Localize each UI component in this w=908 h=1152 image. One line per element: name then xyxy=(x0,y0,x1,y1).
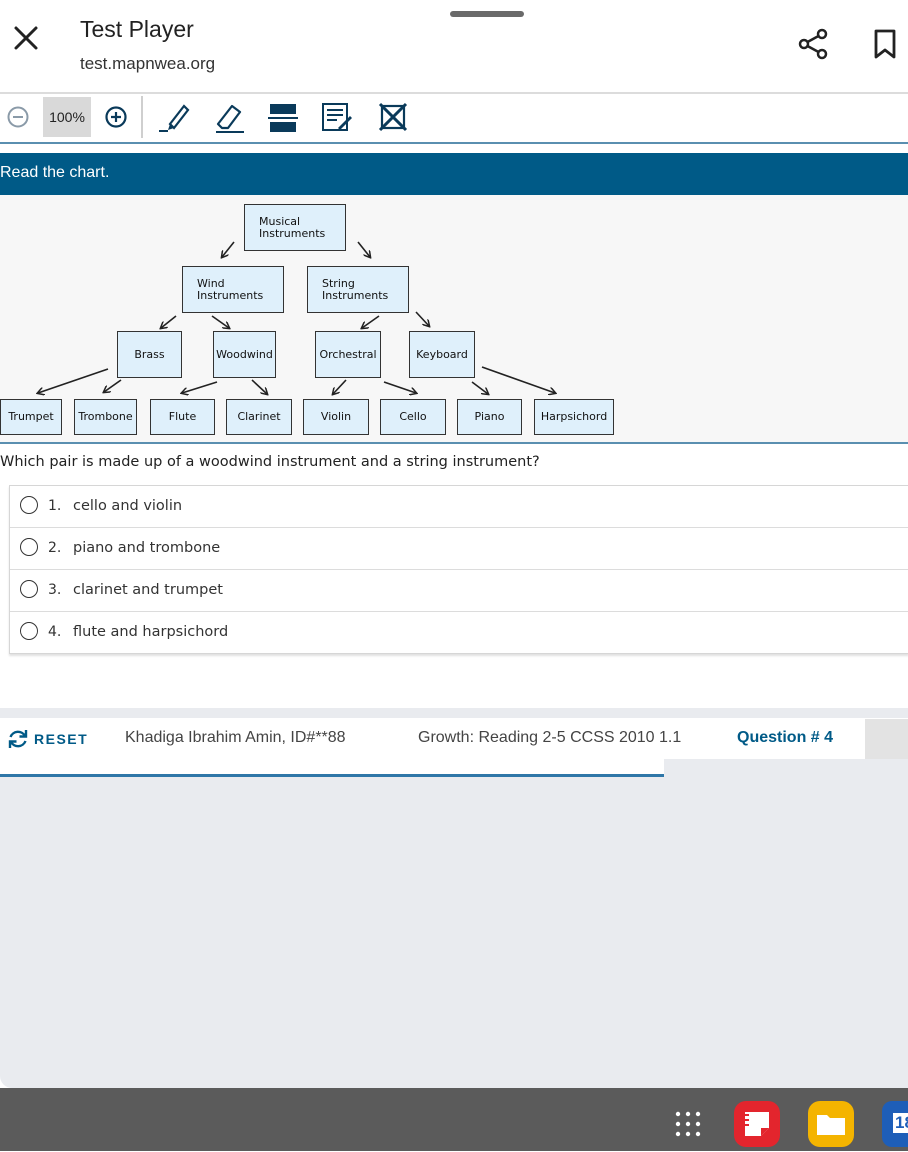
passage-header xyxy=(0,153,908,195)
option-text: clarinet and trumpet xyxy=(73,582,223,598)
chart-node-piano: Piano xyxy=(457,399,522,435)
apps-grid-icon[interactable] xyxy=(674,1110,702,1138)
chart-node-wind: Wind Instruments xyxy=(182,266,284,313)
option-text: piano and trombone xyxy=(73,540,221,556)
option-text: flute and harpsichord xyxy=(73,624,229,640)
option-number: 4. xyxy=(48,624,62,640)
arrow-keyboard-harpsichord xyxy=(481,366,555,393)
lower-area xyxy=(664,759,908,777)
option-number: 2. xyxy=(48,540,62,556)
reset-icon[interactable] xyxy=(7,728,29,750)
drag-handle[interactable] xyxy=(450,11,524,17)
line-reader-icon[interactable] xyxy=(266,100,300,134)
chart-node-brass: Brass xyxy=(117,331,182,378)
option-number: 3. xyxy=(48,582,62,598)
arrow-orchestral-violin xyxy=(333,379,347,394)
page-url: test.mapnwea.org xyxy=(80,54,216,73)
app-notes-icon[interactable] xyxy=(734,1101,780,1147)
calendar-day: 18 xyxy=(893,1113,908,1133)
zoom-in-icon[interactable] xyxy=(104,105,128,129)
reset-button[interactable]: RESET xyxy=(34,731,88,747)
highlighter-icon[interactable] xyxy=(158,100,192,134)
arrow-root-wind xyxy=(222,241,235,257)
chart-node-orchestral: Orchestral xyxy=(315,331,381,378)
arrow-wind-brass xyxy=(161,315,177,328)
arrow-woodwind-flute xyxy=(182,381,218,393)
chart-node-trumpet: Trumpet xyxy=(0,399,62,435)
chart-node-flute: Flute xyxy=(150,399,215,435)
chart-node-harpsichord: Harpsichord xyxy=(534,399,614,435)
eraser-icon[interactable] xyxy=(212,100,246,134)
question-text: Which pair is made up of a woodwind inst… xyxy=(0,454,540,470)
page-title: Test Player xyxy=(80,16,194,42)
option-text: cello and violin xyxy=(73,498,183,514)
arrow-string-orchestral xyxy=(362,315,380,328)
chart-node-cello: Cello xyxy=(380,399,446,435)
question-number: Question # 4 xyxy=(737,729,834,746)
close-icon[interactable] xyxy=(12,24,40,52)
answer-option-4[interactable]: 4. flute and harpsichord xyxy=(10,612,908,653)
chart-node-string: String Instruments xyxy=(307,266,409,313)
option-number: 1. xyxy=(48,498,62,514)
toolbar-divider xyxy=(141,96,143,138)
student-name: Khadiga Ibrahim Amin, ID#**88 xyxy=(125,729,346,746)
arrow-string-keyboard xyxy=(415,311,429,326)
radio-button[interactable] xyxy=(20,538,38,556)
zoom-level: 100% xyxy=(43,97,91,137)
arrow-brass-trombone xyxy=(104,379,122,392)
app-files-icon[interactable] xyxy=(808,1101,854,1147)
radio-button[interactable] xyxy=(20,580,38,598)
answer-option-2[interactable]: 2. piano and trombone xyxy=(10,528,908,570)
test-name: Growth: Reading 2-5 CCSS 2010 1.1 xyxy=(418,729,682,746)
next-button[interactable] xyxy=(865,719,908,759)
arrow-root-string xyxy=(357,241,370,257)
arrow-brass-trumpet xyxy=(38,368,109,393)
zoom-out-icon[interactable] xyxy=(6,105,30,129)
answer-options: 1. cello and violin 2. piano and trombon… xyxy=(9,485,908,654)
arrow-wind-woodwind xyxy=(211,315,229,328)
share-icon[interactable] xyxy=(797,28,829,60)
chart-node-clarinet: Clarinet xyxy=(226,399,292,435)
notepad-icon[interactable] xyxy=(320,100,354,134)
chart-node-violin: Violin xyxy=(303,399,369,435)
bookmark-icon[interactable] xyxy=(872,28,898,60)
chart-node-keyboard: Keyboard xyxy=(409,331,475,378)
toolbar-bottom-line xyxy=(0,142,908,144)
chart-node-root: Musical Instruments xyxy=(244,204,346,251)
answer-eliminator-icon[interactable] xyxy=(376,100,410,134)
radio-button[interactable] xyxy=(20,622,38,640)
chart-node-woodwind: Woodwind xyxy=(213,331,276,378)
chrome-divider xyxy=(0,92,908,94)
note-glyph-icon xyxy=(745,1112,769,1136)
arrow-woodwind-clarinet xyxy=(251,379,267,394)
footer-separator xyxy=(0,708,908,718)
chart-node-trombone: Trombone xyxy=(74,399,137,435)
folder-glyph-icon xyxy=(817,1115,845,1135)
answer-option-3[interactable]: 3. clarinet and trumpet xyxy=(10,570,908,612)
passage-instruction: Read the chart. xyxy=(0,164,110,181)
empty-area xyxy=(0,777,908,1088)
arrow-orchestral-cello xyxy=(383,381,416,393)
radio-button[interactable] xyxy=(20,496,38,514)
arrow-keyboard-piano xyxy=(471,381,488,394)
chart-divider xyxy=(0,442,908,444)
answer-option-1[interactable]: 1. cello and violin xyxy=(10,486,908,528)
